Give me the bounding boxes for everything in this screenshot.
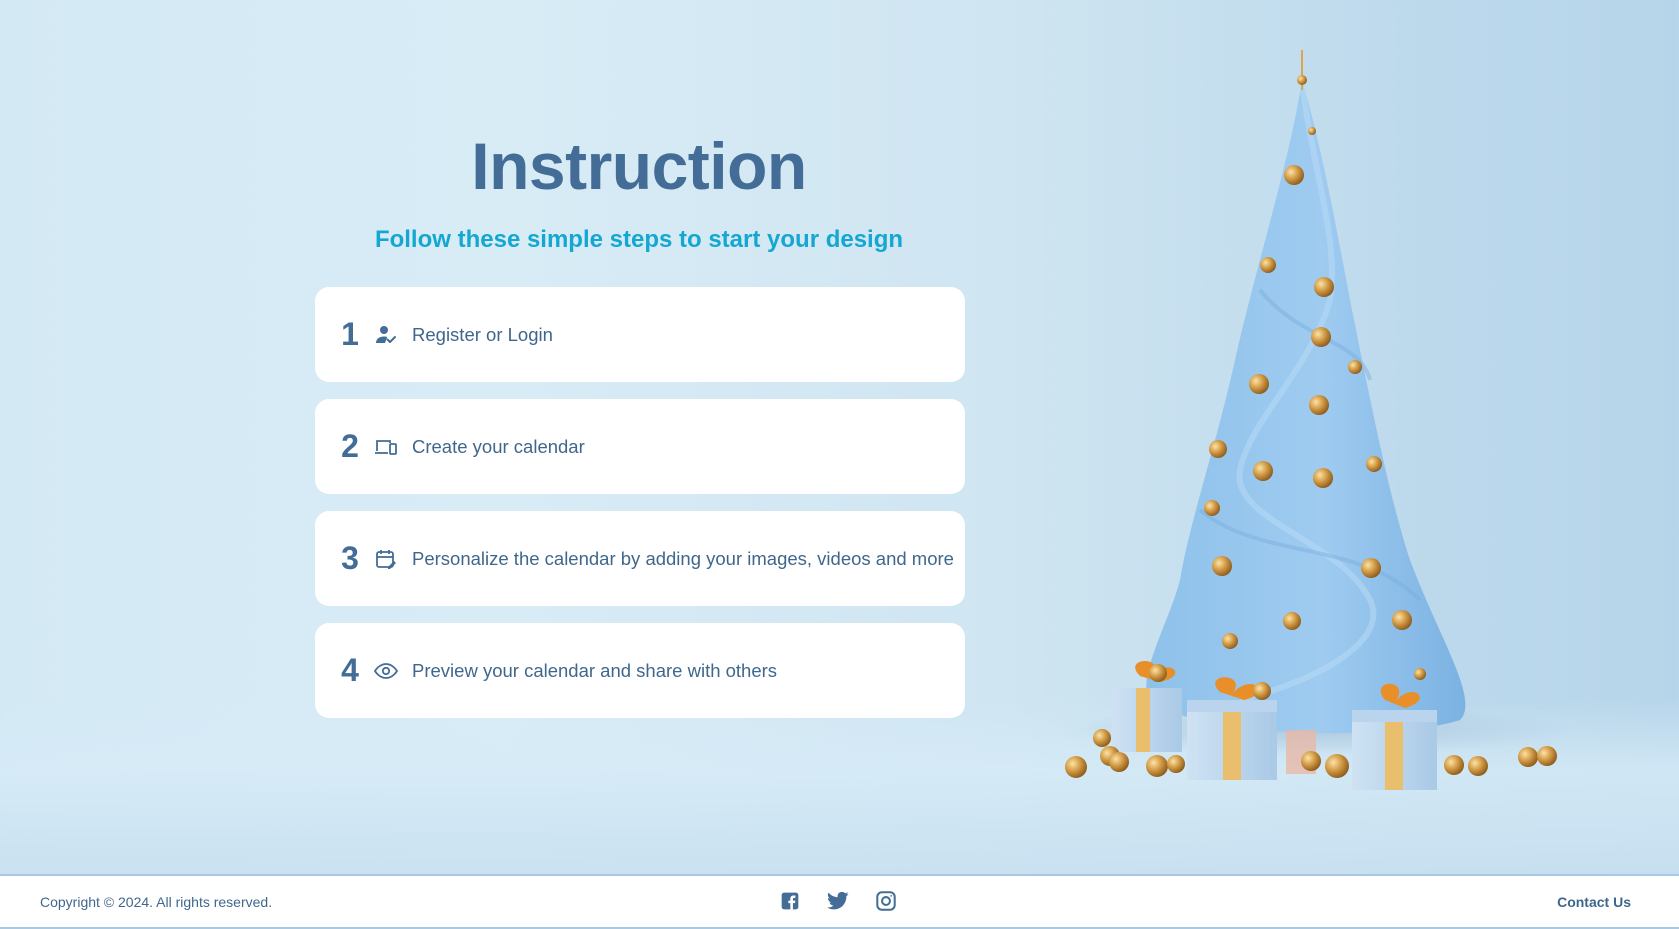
step-card-preview[interactable]: 4 Preview your calendar and share with o… [315,623,965,718]
twitter-icon[interactable] [826,889,850,913]
user-check-icon [372,321,400,349]
step-number: 2 [341,428,359,464]
page-title: Instruction [471,129,807,203]
step-label: Create your calendar [412,435,585,457]
page-subtitle: Follow these simple steps to start your … [374,226,904,253]
step-number: 3 [341,540,359,576]
christmas-tree-illustration [1040,40,1679,810]
calendar-edit-icon [372,545,400,573]
copyright-text: Copyright © 2024. All rights reserved. [40,894,273,910]
step-number: 4 [341,652,359,688]
step-number: 1 [341,316,359,352]
steps-list: 1 Register or Login 2 Create your calend… [315,287,965,735]
step-label: Register or Login [412,323,553,345]
facebook-icon[interactable] [778,889,802,913]
instagram-icon[interactable] [874,889,898,913]
step-label: Preview your calendar and share with oth… [412,659,778,681]
step-card-create[interactable]: 2 Create your calendar [315,399,965,494]
step-card-personalize[interactable]: 3 Personalize the calendar by adding you… [315,511,965,606]
devices-icon [372,433,400,461]
social-links [778,889,898,913]
eye-icon [372,657,400,685]
step-label: Personalize the calendar by adding your … [412,547,954,569]
step-card-register[interactable]: 1 Register or Login [315,287,965,382]
hero-section: Instruction Follow these simple steps to… [0,0,1679,874]
contact-us-link[interactable]: Contact Us [1557,894,1631,910]
footer: Copyright © 2024. All rights reserved. C… [0,874,1679,929]
